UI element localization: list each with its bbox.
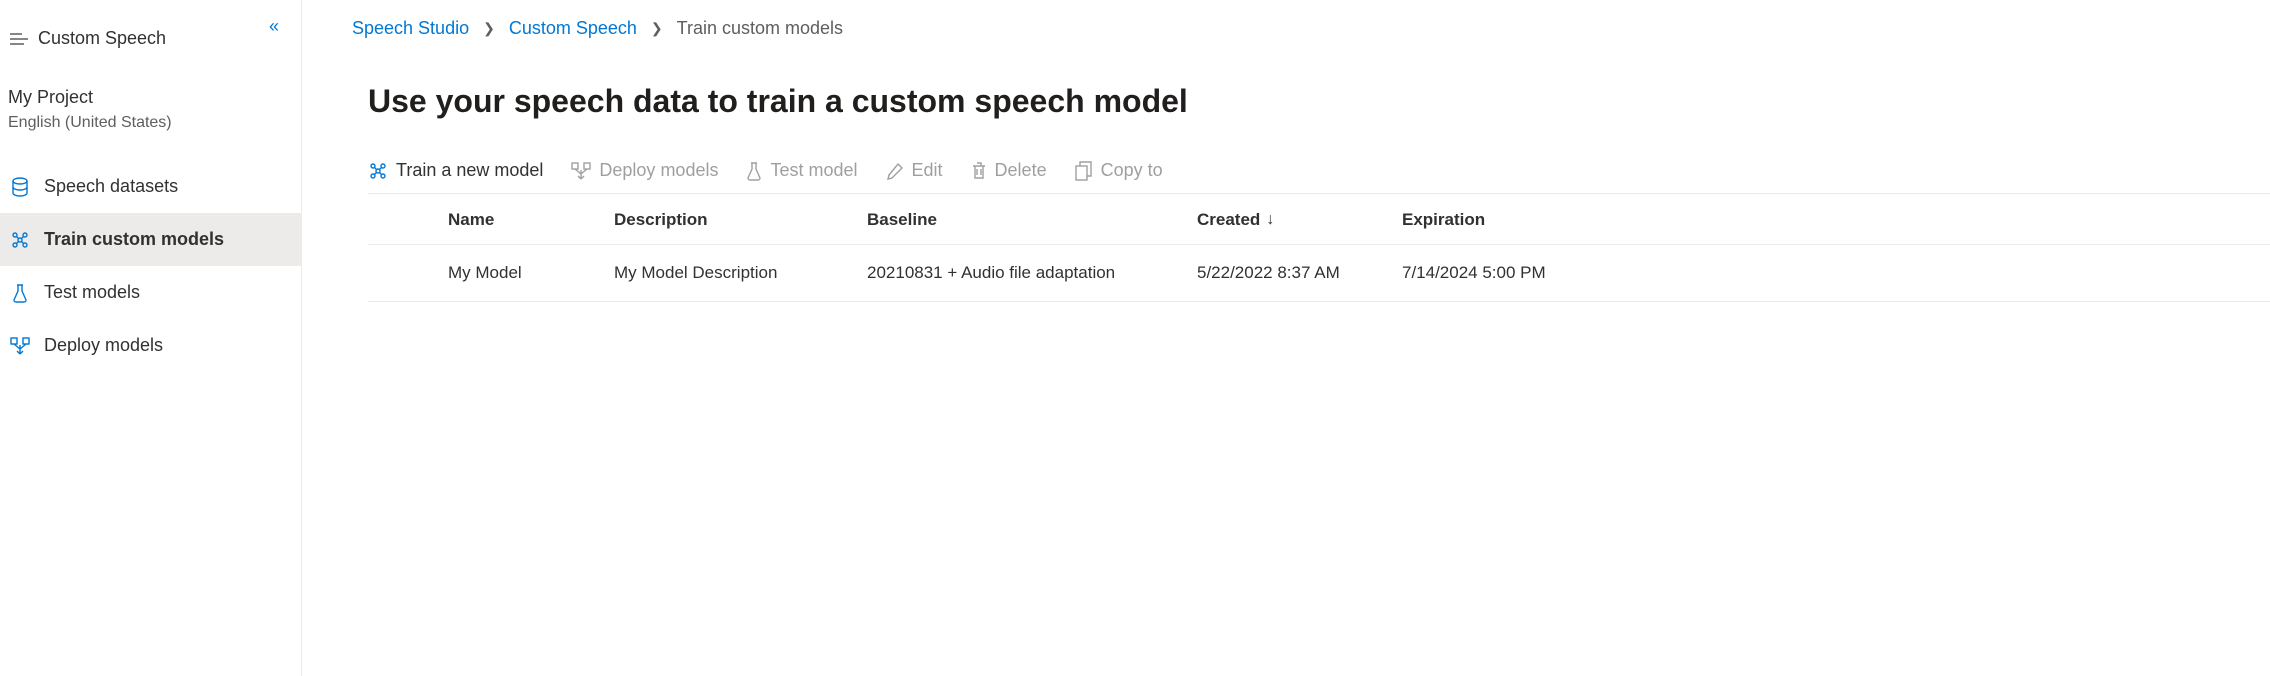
- toolbar-label: Test model: [770, 160, 857, 181]
- sidebar-item-label: Speech datasets: [44, 176, 178, 197]
- edit-button[interactable]: Edit: [886, 160, 943, 181]
- database-icon: [10, 177, 30, 197]
- copy-to-button[interactable]: Copy to: [1075, 160, 1163, 181]
- sidebar-header-label: Custom Speech: [38, 28, 166, 49]
- brain-icon: [368, 161, 388, 181]
- sidebar: « Custom Speech My Project English (Unit…: [0, 0, 302, 676]
- column-header-description[interactable]: Description: [614, 210, 867, 230]
- sidebar-item-deploy-models[interactable]: Deploy models: [0, 319, 301, 372]
- chevron-double-left-icon: «: [269, 16, 279, 36]
- toolbar-label: Train a new model: [396, 160, 543, 181]
- arrow-down-icon: ↓: [1266, 211, 1274, 229]
- cell-expiration: 7/14/2024 5:00 PM: [1402, 263, 1592, 283]
- sidebar-item-test-models[interactable]: Test models: [0, 266, 301, 319]
- train-new-model-button[interactable]: Train a new model: [368, 160, 543, 181]
- cell-description: My Model Description: [614, 263, 867, 283]
- brain-icon: [10, 230, 30, 250]
- sidebar-item-label: Test models: [44, 282, 140, 303]
- sidebar-header[interactable]: Custom Speech: [0, 18, 301, 59]
- breadcrumb-link-speech-studio[interactable]: Speech Studio: [352, 18, 469, 39]
- table-row[interactable]: My Model My Model Description 20210831 +…: [368, 245, 2270, 302]
- deploy-icon: [571, 162, 591, 180]
- sidebar-item-label: Deploy models: [44, 335, 163, 356]
- breadcrumb: Speech Studio ❯ Custom Speech ❯ Train cu…: [352, 16, 2270, 39]
- toolbar: Train a new model Deploy models: [368, 160, 2270, 194]
- breadcrumb-current: Train custom models: [677, 18, 843, 39]
- toolbar-label: Copy to: [1101, 160, 1163, 181]
- project-block: My Project English (United States): [0, 59, 301, 136]
- delete-button[interactable]: Delete: [971, 160, 1047, 181]
- column-select: [368, 210, 448, 230]
- breadcrumb-link-custom-speech[interactable]: Custom Speech: [509, 18, 637, 39]
- collapse-sidebar-button[interactable]: «: [269, 16, 279, 37]
- column-header-name[interactable]: Name: [448, 210, 614, 230]
- chevron-right-icon: ❯: [651, 20, 663, 37]
- column-header-expiration[interactable]: Expiration: [1402, 210, 1592, 230]
- trash-icon: [971, 161, 987, 181]
- main-content: Speech Studio ❯ Custom Speech ❯ Train cu…: [302, 0, 2270, 676]
- models-table: Name Description Baseline Created ↓ Expi…: [368, 194, 2270, 302]
- page-title: Use your speech data to train a custom s…: [368, 83, 2270, 120]
- toolbar-label: Deploy models: [599, 160, 718, 181]
- cell-baseline: 20210831 + Audio file adaptation: [867, 263, 1197, 283]
- deploy-icon: [10, 337, 30, 355]
- flask-icon: [10, 283, 30, 303]
- column-header-created[interactable]: Created ↓: [1197, 210, 1402, 230]
- row-select-cell[interactable]: [368, 263, 448, 283]
- column-header-baseline[interactable]: Baseline: [867, 210, 1197, 230]
- toolbar-label: Delete: [995, 160, 1047, 181]
- sidebar-item-label: Train custom models: [44, 229, 224, 250]
- cell-name: My Model: [448, 263, 614, 283]
- sidebar-nav: Speech datasets Train custom models: [0, 160, 301, 372]
- cell-created: 5/22/2022 8:37 AM: [1197, 263, 1402, 283]
- deploy-models-button[interactable]: Deploy models: [571, 160, 718, 181]
- test-model-button[interactable]: Test model: [746, 160, 857, 181]
- column-header-label: Created: [1197, 210, 1260, 230]
- edit-icon: [886, 162, 904, 180]
- sidebar-item-speech-datasets[interactable]: Speech datasets: [0, 160, 301, 213]
- list-icon: [10, 32, 28, 46]
- sidebar-item-train-custom-models[interactable]: Train custom models: [0, 213, 301, 266]
- project-locale: English (United States): [8, 114, 301, 132]
- project-name: My Project: [8, 87, 301, 108]
- table-header-row: Name Description Baseline Created ↓ Expi…: [368, 194, 2270, 245]
- toolbar-label: Edit: [912, 160, 943, 181]
- chevron-right-icon: ❯: [483, 20, 495, 37]
- copy-icon: [1075, 161, 1093, 181]
- flask-icon: [746, 161, 762, 181]
